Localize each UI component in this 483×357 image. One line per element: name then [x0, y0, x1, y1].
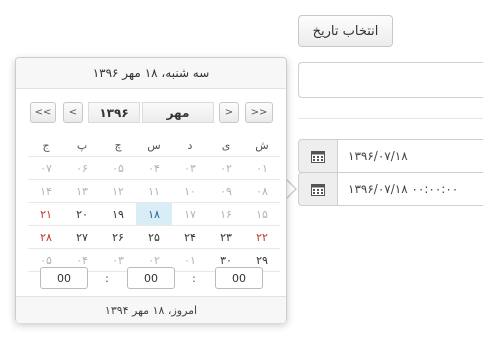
day-cell[interactable]: ۰۴	[136, 156, 172, 180]
day-cell[interactable]: ۲۶	[100, 225, 136, 249]
day-cell-holiday[interactable]: ۲۱	[28, 202, 64, 226]
day-cell[interactable]: ۱۷	[172, 202, 208, 226]
divider	[298, 118, 483, 119]
date-input-plain[interactable]	[298, 62, 483, 98]
day-cell[interactable]: ۱۶	[208, 202, 244, 226]
day-cell[interactable]: ۰۱	[244, 156, 280, 180]
day-cell[interactable]: ۱۴	[28, 179, 64, 203]
day-cell[interactable]: ۰۲	[208, 156, 244, 180]
day-cell-holiday[interactable]: ۲۸	[28, 225, 64, 249]
selected-date-header: سه شنبه، ۱۸ مهر ۱۳۹۶	[16, 58, 286, 89]
date-field[interactable]: ۱۳۹۶/۰۷/۱۸	[338, 139, 483, 173]
day-cell[interactable]: ۲۴	[172, 225, 208, 249]
time-separator: :	[192, 271, 196, 285]
weekday-header-row: ش ی د س چ پ ج	[28, 134, 280, 157]
next-year-button[interactable]: >>	[245, 102, 273, 123]
day-cell[interactable]: ۰۳	[172, 156, 208, 180]
week-row: ۰۸ ۰۹ ۱۰ ۱۱ ۱۲ ۱۳ ۱۴	[28, 179, 280, 203]
day-cell[interactable]: ۰۷	[28, 156, 64, 180]
week-row: ۰۱ ۰۲ ۰۳ ۰۴ ۰۵ ۰۶ ۰۷	[28, 156, 280, 180]
minute-input[interactable]: 00	[127, 267, 175, 289]
datetime-input-group: ۱۳۹۶/۰۷/۱۸ ۰۰:۰۰:۰۰	[298, 172, 483, 206]
datetime-field[interactable]: ۱۳۹۶/۰۷/۱۸ ۰۰:۰۰:۰۰	[338, 172, 483, 206]
hour-input[interactable]: 00	[40, 267, 88, 289]
day-cell[interactable]: ۲۳	[208, 225, 244, 249]
week-row: ۱۵ ۱۶ ۱۷ ۱۸ ۱۹ ۲۰ ۲۱	[28, 202, 280, 226]
year-selector[interactable]: ۱۳۹۶	[88, 102, 140, 123]
day-cell[interactable]: ۱۱	[136, 179, 172, 203]
day-cell[interactable]: ۱۵	[244, 202, 280, 226]
calendar-icon	[311, 150, 325, 163]
day-cell[interactable]: ۱۲	[100, 179, 136, 203]
open-calendar-button[interactable]: انتخاب تاریخ	[298, 15, 393, 47]
day-cell[interactable]: ۲۵	[136, 225, 172, 249]
second-input[interactable]: 00	[215, 267, 263, 289]
day-cell[interactable]: ۰۸	[244, 179, 280, 203]
day-cell[interactable]: ۰۵	[100, 156, 136, 180]
prev-year-button[interactable]: <<	[30, 102, 56, 123]
day-cell[interactable]: ۰۶	[64, 156, 100, 180]
calendar-grid: ش ی د س چ پ ج ۰۱ ۰۲ ۰۳ ۰۴ ۰۵ ۰۶ ۰۷ ۰۸ ۰۹…	[28, 134, 280, 272]
weekday-label: د	[172, 134, 208, 157]
next-month-button[interactable]: >	[219, 102, 239, 123]
today-footer[interactable]: امروز، ۱۸ مهر ۱۳۹۴	[16, 296, 286, 323]
calendar-icon-button[interactable]	[298, 172, 338, 206]
day-cell[interactable]: ۲۰	[64, 202, 100, 226]
prev-month-button[interactable]: <	[63, 102, 83, 123]
day-cell-selected[interactable]: ۱۸	[136, 202, 172, 226]
day-cell[interactable]: ۱۳	[64, 179, 100, 203]
day-cell[interactable]: ۲۷	[64, 225, 100, 249]
month-selector[interactable]: مهر	[142, 102, 214, 123]
weekday-label: ی	[208, 134, 244, 157]
calendar-icon	[311, 183, 325, 196]
day-cell[interactable]: ۰۹	[208, 179, 244, 203]
day-cell[interactable]: ۱۰	[172, 179, 208, 203]
calendar-icon-button[interactable]	[298, 139, 338, 173]
date-input-group: ۱۳۹۶/۰۷/۱۸	[298, 139, 483, 173]
time-separator: :	[105, 271, 109, 285]
week-row: ۲۲ ۲۳ ۲۴ ۲۵ ۲۶ ۲۷ ۲۸	[28, 225, 280, 249]
day-cell[interactable]: ۱۹	[100, 202, 136, 226]
popup-pointer	[285, 178, 297, 200]
weekday-label: ج	[28, 134, 64, 157]
datepicker-popup: سه شنبه، ۱۸ مهر ۱۳۹۶ << < ۱۳۹۶ مهر > >> …	[15, 57, 287, 323]
weekday-label: پ	[64, 134, 100, 157]
day-cell[interactable]: ۲۲	[244, 225, 280, 249]
weekday-label: ش	[244, 134, 280, 157]
weekday-label: چ	[100, 134, 136, 157]
weekday-label: س	[136, 134, 172, 157]
